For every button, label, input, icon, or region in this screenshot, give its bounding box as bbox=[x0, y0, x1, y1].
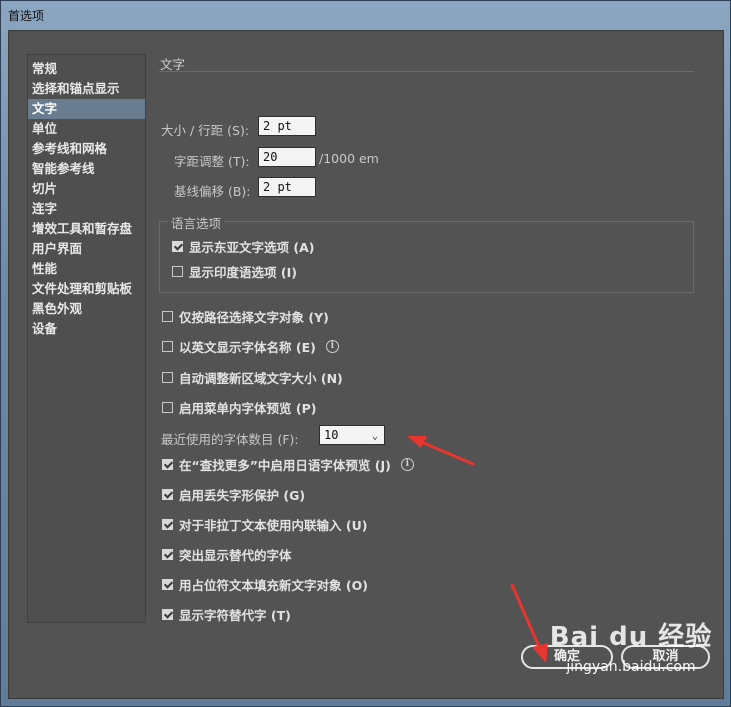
east-asian-options-label: 显示东亚文字选项 (A) bbox=[189, 239, 315, 255]
window-title: 首选项 bbox=[8, 9, 45, 23]
font-preview-menu-label: 启用菜单内字体预览 (P) bbox=[179, 400, 317, 416]
placeholder-text-checkbox[interactable] bbox=[162, 578, 173, 590]
indic-options-label: 显示印度语选项 (I) bbox=[189, 264, 297, 280]
section-divider bbox=[159, 71, 694, 72]
placeholder-text-row[interactable]: 用占位符文本填充新文字对象 (O) bbox=[162, 576, 368, 593]
inline-input-label: 对于非拉丁文本使用内联输入 (U) bbox=[179, 517, 368, 533]
show-glyph-alternates-row[interactable]: 显示字符替代字 (T) bbox=[162, 606, 291, 623]
sidebar-item-plugins-scratch[interactable]: 增效工具和暂存盘 bbox=[28, 219, 145, 239]
indic-options-checkbox-row[interactable]: 显示印度语选项 (I) bbox=[172, 263, 297, 280]
auto-size-area-type-checkbox[interactable] bbox=[162, 371, 173, 383]
show-glyph-alternates-checkbox[interactable] bbox=[162, 608, 173, 620]
chevron-down-icon: ⌄ bbox=[371, 431, 378, 442]
recent-fonts-label: 最近使用的字体数目 (F): bbox=[161, 432, 299, 447]
select-by-path-checkbox[interactable] bbox=[162, 310, 173, 322]
size-leading-input[interactable]: 2 pt bbox=[258, 116, 316, 136]
missing-glyph-protection-row[interactable]: 启用丢失字形保护 (G) bbox=[162, 486, 306, 503]
sidebar-item-devices[interactable]: 设备 bbox=[28, 319, 145, 339]
sidebar-item-user-interface[interactable]: 用户界面 bbox=[28, 239, 145, 259]
language-options-title: 语言选项 bbox=[168, 213, 225, 232]
auto-size-area-type-label: 自动调整新区域文字大小 (N) bbox=[179, 370, 343, 386]
preferences-window: 首选项 常规 选择和锚点显示 文字 单位 参考线和网格 智能参考线 切片 连字 … bbox=[0, 0, 731, 707]
font-preview-menu-checkbox[interactable] bbox=[162, 401, 173, 413]
missing-glyph-protection-label: 启用丢失字形保护 (G) bbox=[179, 487, 306, 503]
japanese-font-preview-checkbox[interactable] bbox=[162, 458, 173, 470]
sidebar-item-hyphenation[interactable]: 连字 bbox=[28, 199, 145, 219]
baseline-shift-input[interactable]: 2 pt bbox=[258, 177, 316, 197]
info-icon[interactable]: i bbox=[325, 339, 339, 353]
highlight-substituted-fonts-checkbox[interactable] bbox=[162, 548, 173, 560]
preferences-sidebar: 常规 选择和锚点显示 文字 单位 参考线和网格 智能参考线 切片 连字 增效工具… bbox=[27, 54, 146, 623]
title-bar[interactable]: 首选项 bbox=[1, 1, 730, 29]
indic-options-checkbox[interactable] bbox=[172, 265, 183, 277]
sidebar-item-guides-grid[interactable]: 参考线和网格 bbox=[28, 139, 145, 159]
tracking-input[interactable]: 20 bbox=[258, 147, 316, 167]
sidebar-item-smart-guides[interactable]: 智能参考线 bbox=[28, 159, 145, 179]
english-font-names-label: 以英文显示字体名称 (E) bbox=[179, 339, 316, 355]
baidu-watermark: Bai du 经验 jingyan.baidu.com bbox=[546, 616, 716, 696]
english-font-names-checkbox[interactable] bbox=[162, 340, 173, 352]
inline-input-row[interactable]: 对于非拉丁文本使用内联输入 (U) bbox=[162, 516, 368, 533]
select-by-path-label: 仅按路径选择文字对象 (Y) bbox=[179, 309, 329, 325]
highlight-substituted-fonts-label: 突出显示替代的字体 bbox=[179, 547, 292, 563]
sidebar-item-black-appearance[interactable]: 黑色外观 bbox=[28, 299, 145, 319]
sidebar-item-general[interactable]: 常规 bbox=[28, 59, 145, 79]
placeholder-text-label: 用占位符文本填充新文字对象 (O) bbox=[179, 577, 368, 593]
inline-input-checkbox[interactable] bbox=[162, 518, 173, 530]
east-asian-options-checkbox[interactable] bbox=[172, 240, 183, 252]
font-preview-menu-row[interactable]: 启用菜单内字体预览 (P) bbox=[162, 399, 317, 416]
watermark-url: jingyan.baidu.com bbox=[566, 659, 696, 675]
auto-size-area-type-row[interactable]: 自动调整新区域文字大小 (N) bbox=[162, 369, 343, 386]
sidebar-item-selection-anchor[interactable]: 选择和锚点显示 bbox=[28, 79, 145, 99]
sidebar-item-type[interactable]: 文字 bbox=[28, 99, 145, 119]
japanese-font-preview-row[interactable]: 在“查找更多”中启用日语字体预览 (J) i bbox=[162, 456, 414, 473]
recent-fonts-value: 10 bbox=[324, 428, 339, 442]
tracking-unit: /1000 em bbox=[319, 151, 379, 166]
tracking-label: 字距调整 (T): bbox=[174, 154, 250, 169]
japanese-font-preview-label: 在“查找更多”中启用日语字体预览 (J) bbox=[179, 457, 391, 473]
recent-fonts-select[interactable]: 10 ⌄ bbox=[319, 425, 385, 445]
language-options-group: 语言选项 显示东亚文字选项 (A) 显示印度语选项 (I) bbox=[159, 213, 694, 293]
annotation-arrow-japanese bbox=[407, 436, 475, 466]
preferences-dialog: 常规 选择和锚点显示 文字 单位 参考线和网格 智能参考线 切片 连字 增效工具… bbox=[8, 30, 724, 699]
sidebar-item-file-clipboard[interactable]: 文件处理和剪贴板 bbox=[28, 279, 145, 299]
english-font-names-row[interactable]: 以英文显示字体名称 (E) i bbox=[162, 338, 339, 355]
sidebar-item-performance[interactable]: 性能 bbox=[28, 259, 145, 279]
missing-glyph-protection-checkbox[interactable] bbox=[162, 488, 173, 500]
sidebar-item-units[interactable]: 单位 bbox=[28, 119, 145, 139]
select-by-path-row[interactable]: 仅按路径选择文字对象 (Y) bbox=[162, 308, 329, 325]
east-asian-options-checkbox-row[interactable]: 显示东亚文字选项 (A) bbox=[172, 238, 315, 255]
baseline-shift-label: 基线偏移 (B): bbox=[174, 184, 251, 199]
highlight-substituted-fonts-row[interactable]: 突出显示替代的字体 bbox=[162, 546, 292, 563]
show-glyph-alternates-label: 显示字符替代字 (T) bbox=[179, 607, 291, 623]
sidebar-item-slices[interactable]: 切片 bbox=[28, 179, 145, 199]
watermark-logo: Bai du 经验 bbox=[549, 622, 713, 652]
size-leading-label: 大小 / 行距 (S): bbox=[161, 123, 250, 138]
